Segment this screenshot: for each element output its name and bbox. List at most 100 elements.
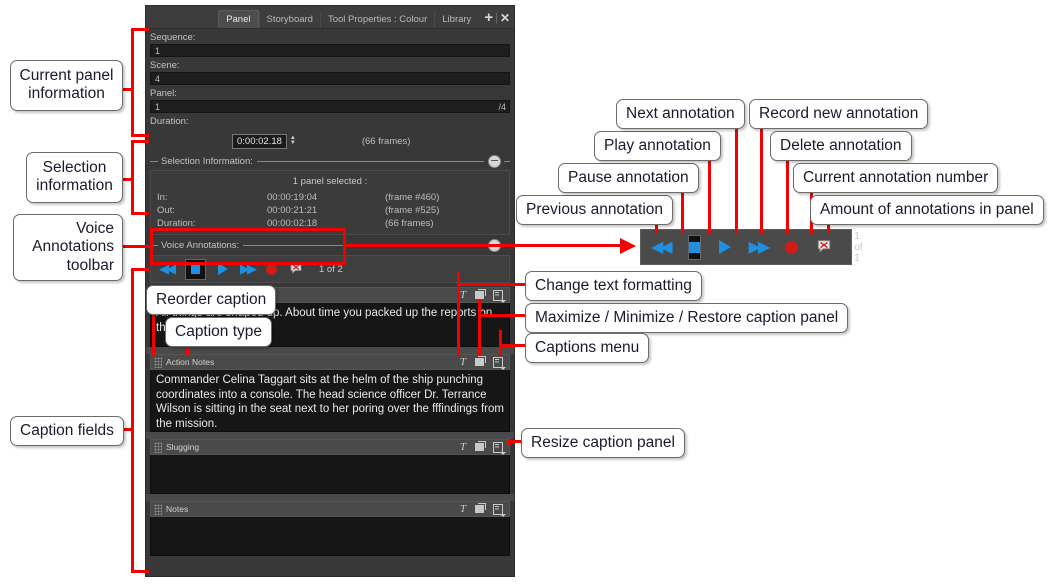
previous-annotation-button-zoomed[interactable]: ◀◀: [651, 237, 673, 257]
delete-annotation-icon: [818, 240, 831, 253]
callout-caption-fields: Caption fields: [10, 416, 124, 447]
connector-line: [499, 330, 502, 356]
sequence-label: Sequence:: [150, 32, 196, 43]
callout-previous-annotation: Previous annotation: [516, 195, 674, 226]
record-new-annotation-button-zoomed[interactable]: [785, 240, 799, 254]
callout-label: Selection information: [36, 159, 113, 195]
selection-information-group-header[interactable]: Selection Information:: [150, 154, 510, 168]
tab-tool-properties-colour[interactable]: Tool Properties : Colour: [319, 10, 434, 28]
plus-icon[interactable]: +: [484, 10, 493, 25]
captions-menu-icon[interactable]: [493, 503, 506, 517]
caption-resize-handle[interactable]: [146, 494, 514, 501]
callout-change-text-formatting: Change text formatting: [525, 271, 702, 302]
caption-field-action-notes: Action Notes T Commander Celina Taggart …: [150, 354, 510, 432]
stepper-down-icon[interactable]: ▼: [290, 140, 296, 146]
caption-resize-handle[interactable]: [146, 432, 514, 439]
selection-duration-frames: (66 frames): [385, 218, 434, 229]
record-icon: [785, 240, 799, 254]
annotation-counter-zoomed: 1 of 1: [854, 230, 863, 264]
caption-header[interactable]: Notes T: [150, 501, 510, 517]
caption-type-label[interactable]: Slugging: [166, 442, 460, 452]
callout-maximize-minimize-restore: Maximize / Minimize / Restore caption pa…: [525, 303, 849, 334]
tab-panel[interactable]: Panel: [218, 9, 259, 28]
reorder-caption-grip-icon[interactable]: [154, 503, 162, 515]
text-format-icon[interactable]: T: [460, 356, 466, 368]
connector-arrow-line: [346, 244, 624, 247]
close-icon[interactable]: ✕: [500, 12, 510, 24]
connector-line: [786, 158, 789, 234]
record-new-annotation-button[interactable]: [266, 263, 277, 275]
duration-input[interactable]: 0:00:02.18: [232, 133, 287, 149]
caption-field-notes: Notes T: [150, 501, 510, 556]
maximize-restore-icon[interactable]: [475, 441, 486, 451]
play-icon: [718, 240, 731, 254]
scene-field[interactable]: 4: [150, 72, 510, 85]
callout-current-panel-information: Current panel information: [10, 60, 123, 111]
duration-stepper[interactable]: ▲ ▼: [290, 135, 296, 146]
captions-menu-icon[interactable]: [493, 356, 506, 370]
captions-menu-icon[interactable]: [493, 289, 506, 303]
callout-reorder-caption: Reorder caption: [146, 285, 277, 316]
voice-annotations-label: Voice Annotations:: [161, 239, 240, 251]
callout-delete-annotation: Delete annotation: [770, 131, 912, 162]
highlight-box-left: [150, 228, 153, 265]
connector-line: [131, 212, 149, 215]
collapse-toggle-icon[interactable]: [488, 154, 501, 168]
play-annotation-button-zoomed[interactable]: [718, 240, 731, 254]
tab-storyboard[interactable]: Storyboard: [258, 10, 320, 28]
next-annotation-button-zoomed[interactable]: ▶▶: [749, 237, 771, 257]
connector-line: [131, 268, 134, 573]
duration-label: Duration:: [150, 116, 189, 127]
callout-voice-annotations-toolbar: Voice Annotations toolbar: [13, 214, 123, 281]
maximize-restore-icon[interactable]: [475, 356, 486, 366]
caption-type-label[interactable]: Action Notes: [166, 357, 460, 367]
caption-field-slugging: Slugging T: [150, 439, 510, 494]
callout-label: Captions menu: [535, 339, 640, 356]
selection-row-out: Out: 00:00:21:21 (frame #525): [151, 204, 509, 217]
caption-text-slugging[interactable]: [150, 455, 510, 494]
callout-label: Voice Annotations toolbar: [32, 220, 114, 274]
group-rule: [256, 160, 484, 162]
callout-pause-annotation: Pause annotation: [558, 163, 699, 194]
callout-label: Current panel information: [19, 67, 114, 103]
caption-header-icons: T: [460, 503, 509, 517]
panel-field[interactable]: 1 /4: [150, 100, 510, 113]
connector-line: [760, 126, 763, 234]
callout-play-annotation: Play annotation: [594, 131, 721, 162]
callout-label: Maximize / Minimize / Restore caption pa…: [535, 309, 839, 326]
tab-bar-icons: + | ✕: [478, 10, 514, 28]
text-format-icon[interactable]: T: [460, 289, 466, 301]
duration-frames: (66 frames): [361, 135, 411, 147]
text-format-icon[interactable]: T: [460, 503, 466, 515]
caption-type-label[interactable]: Notes: [166, 504, 460, 514]
connector-line: [131, 28, 134, 137]
maximize-restore-icon[interactable]: [475, 289, 486, 299]
sequence-field[interactable]: 1: [150, 44, 510, 57]
maximize-restore-icon[interactable]: [475, 503, 486, 513]
tab-library[interactable]: Library: [434, 10, 478, 28]
annotation-counter: 1 of 2: [319, 263, 343, 275]
caption-header[interactable]: Slugging T: [150, 439, 510, 455]
panel-total: /4: [498, 102, 506, 112]
sequence-value: 1: [155, 46, 161, 56]
in-label: In:: [157, 192, 168, 203]
caption-text-notes[interactable]: [150, 517, 510, 556]
out-timecode: 00:00:21:21: [267, 205, 318, 216]
voice-annotations-toolbar-zoomed: ◀◀ ▶▶ 1 of 1: [640, 229, 863, 265]
reorder-caption-grip-icon[interactable]: [154, 441, 162, 453]
scene-value: 4: [155, 74, 161, 84]
callout-label: Record new annotation: [759, 105, 919, 122]
connector-line: [131, 570, 149, 573]
connector-line: [508, 440, 511, 445]
delete-annotation-button-zoomed[interactable]: [816, 239, 832, 255]
connector-line: [478, 300, 481, 356]
text-format-icon[interactable]: T: [460, 441, 466, 453]
reorder-caption-grip-icon[interactable]: [154, 356, 162, 368]
caption-text-action-notes[interactable]: Commander Celina Taggart sits at the hel…: [150, 370, 510, 432]
callout-label: Delete annotation: [780, 137, 902, 154]
selection-information-label: Selection Information:: [161, 155, 253, 167]
captions-menu-icon[interactable]: [493, 441, 506, 455]
caption-header[interactable]: Action Notes T: [150, 354, 510, 370]
highlight-box-bottom: [150, 262, 346, 265]
pause-annotation-button-zoomed[interactable]: [687, 234, 701, 260]
